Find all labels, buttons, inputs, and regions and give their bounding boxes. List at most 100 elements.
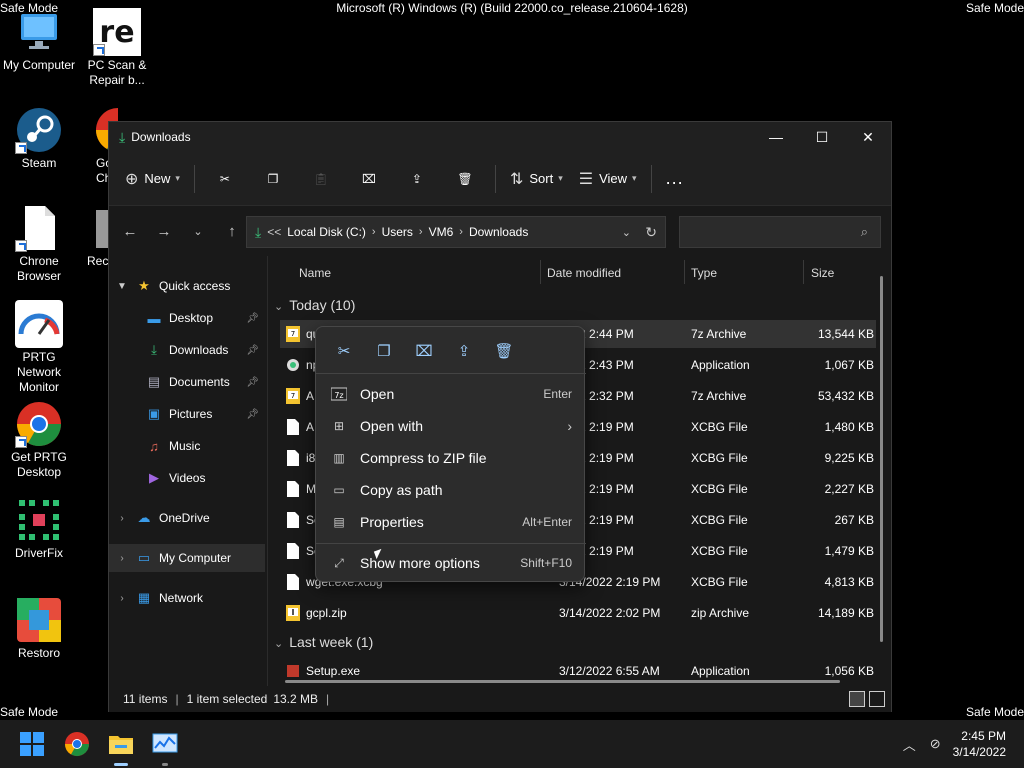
- up-button[interactable]: ↑: [215, 223, 249, 240]
- share-icon[interactable]: ⇪: [444, 337, 484, 365]
- clipboard-icon: 📋︎: [313, 171, 329, 186]
- rename-icon[interactable]: ⌧: [404, 337, 444, 365]
- column-header-name[interactable]: Name: [299, 266, 331, 280]
- status-selection: 1 item selected: [186, 692, 268, 706]
- file-size: 14,189 KB: [817, 606, 874, 620]
- taskbar-file-explorer-button[interactable]: [105, 728, 137, 766]
- copy-button[interactable]: ❐: [249, 163, 297, 195]
- cut-icon[interactable]: ✂: [324, 337, 364, 365]
- desktop-icon-recycle-bin-partial[interactable]: Rec: [78, 204, 108, 269]
- file-type: XCBG File: [691, 513, 748, 527]
- sidebar-item-label: Quick access: [159, 279, 231, 293]
- network-disconnected-icon[interactable]: ⊘: [930, 736, 941, 752]
- details-view-icon[interactable]: [849, 691, 865, 707]
- table-row[interactable]: gcpl.zip 3/14/2022 2:02 PM zip Archive 1…: [280, 599, 876, 627]
- start-button[interactable]: [16, 728, 48, 760]
- safe-mode-label-bottom-left: Safe Mode: [0, 705, 59, 719]
- music-icon: ♫: [149, 438, 159, 454]
- close-button[interactable]: ✕: [845, 122, 891, 152]
- desktop-icon-my-computer[interactable]: My Computer: [0, 8, 78, 73]
- column-divider[interactable]: [803, 260, 804, 284]
- breadcrumb-vm6[interactable]: VM6: [429, 225, 454, 239]
- desktop-icon-chrone-browser[interactable]: Chrone Browser: [0, 204, 78, 284]
- desktop-icon-prtg-network-monitor[interactable]: PRTG Network Monitor: [0, 300, 78, 395]
- sidebar-item-label: Desktop: [169, 311, 214, 325]
- recent-locations-button[interactable]: ⌄: [181, 225, 215, 238]
- desktop-icon-label: Get PRTG Desktop: [11, 450, 67, 479]
- taskbar-resource-monitor-button[interactable]: [149, 728, 181, 766]
- sidebar-item-desktop[interactable]: ▬ Desktop 📌︎: [109, 304, 265, 332]
- taskbar-chrome-button[interactable]: [61, 728, 93, 760]
- desktop-icon-pc-scan-repair[interactable]: re PC Scan & Repair b...: [78, 8, 156, 88]
- sidebar-item-onedrive[interactable]: › ☁ OneDrive: [109, 504, 265, 532]
- column-header-size[interactable]: Size: [811, 266, 834, 280]
- group-header-last-week[interactable]: ⌄ Last week (1): [274, 634, 373, 650]
- chevron-right-icon: ›: [567, 418, 572, 434]
- sidebar-item-network[interactable]: › ▦ Network: [109, 584, 265, 612]
- group-label: Today (10): [289, 297, 356, 313]
- desktop-icon-driverfix[interactable]: DriverFix: [0, 496, 78, 561]
- refresh-icon[interactable]: ↻: [645, 224, 657, 241]
- breadcrumb-local-disk[interactable]: Local Disk (C:): [287, 225, 366, 239]
- column-header-type[interactable]: Type: [691, 266, 717, 280]
- delete-button[interactable]: 🗑︎: [441, 163, 489, 195]
- delete-icon[interactable]: 🗑︎: [484, 337, 524, 365]
- menu-item-show-more-options[interactable]: ⤢ Show more options Shift+F10: [322, 548, 580, 578]
- sidebar-item-pictures[interactable]: ▣ Pictures 📌︎: [109, 400, 265, 428]
- column-divider[interactable]: [684, 260, 685, 284]
- sidebar-item-documents[interactable]: ▤ Documents 📌︎: [109, 368, 265, 396]
- clock[interactable]: 2:45 PM 3/14/2022: [947, 728, 1024, 760]
- column-divider[interactable]: [540, 260, 541, 284]
- view-button[interactable]: ☰ View ▾: [571, 163, 645, 195]
- breadcrumb-overflow[interactable]: <<: [267, 225, 281, 239]
- maximize-button[interactable]: ☐: [799, 122, 845, 152]
- new-label: New: [144, 171, 171, 186]
- monitor-chart-icon: [152, 733, 178, 753]
- share-button[interactable]: ⇪: [393, 163, 441, 195]
- menu-item-open-with[interactable]: ⊞ Open with ›: [322, 411, 580, 441]
- address-bar[interactable]: ⤓ << Local Disk (C:) › Users › VM6 › Dow…: [246, 216, 666, 248]
- menu-item-compress-zip[interactable]: ▥ Compress to ZIP file: [322, 443, 580, 473]
- breadcrumb-users[interactable]: Users: [382, 225, 413, 239]
- sort-button[interactable]: ⇅ Sort ▾: [502, 163, 571, 195]
- cut-button[interactable]: ✂: [201, 163, 249, 195]
- vertical-scrollbar[interactable]: [880, 276, 883, 642]
- 7z-archive-icon: 7: [286, 388, 300, 404]
- back-button[interactable]: ←: [113, 223, 147, 240]
- desktop-icon-restoro[interactable]: Restoro: [0, 596, 78, 661]
- desktop-icon-label: Restoro: [17, 646, 61, 660]
- address-history-chevron-icon[interactable]: ⌄: [622, 226, 631, 239]
- paste-button[interactable]: 📋︎: [297, 163, 345, 195]
- search-input[interactable]: ⌕: [679, 216, 881, 248]
- column-header-date-modified[interactable]: Date modified: [547, 266, 621, 280]
- show-hidden-icons-chevron-icon[interactable]: ︿: [903, 735, 916, 754]
- menu-item-properties[interactable]: ▤ Properties Alt+Enter: [322, 507, 580, 537]
- copy-icon[interactable]: ❐: [364, 337, 404, 365]
- menu-item-copy-as-path[interactable]: ▭ Copy as path: [322, 475, 580, 505]
- chevron-down-icon: ⌄: [274, 638, 284, 650]
- rename-button[interactable]: ⌧: [345, 163, 393, 195]
- desktop-icon-get-prtg-desktop[interactable]: Get PRTG Desktop: [0, 400, 78, 480]
- desktop-icon-steam[interactable]: Steam: [0, 106, 78, 171]
- file-icon: [286, 574, 300, 590]
- file-size: 1,056 KB: [824, 664, 874, 678]
- breadcrumb-downloads[interactable]: Downloads: [469, 225, 528, 239]
- desktop-icon-label: PC Scan & Repair b...: [87, 58, 147, 87]
- sidebar-item-my-computer[interactable]: › ▭ My Computer: [109, 544, 265, 572]
- sidebar-item-quick-access[interactable]: ▼ ★ Quick access: [109, 272, 265, 300]
- pictures-icon: ▣: [147, 406, 161, 421]
- group-header-today[interactable]: ⌄ Today (10): [274, 297, 355, 313]
- sidebar-item-downloads[interactable]: ⤓ Downloads 📌︎: [109, 336, 265, 364]
- download-arrow-icon: ⤓: [151, 342, 157, 357]
- file-type: XCBG File: [691, 575, 748, 589]
- horizontal-scrollbar[interactable]: [285, 680, 840, 683]
- minimize-button[interactable]: —: [753, 122, 799, 152]
- more-options-button[interactable]: ...: [658, 163, 692, 195]
- forward-button[interactable]: →: [147, 223, 181, 240]
- new-button[interactable]: ⊕ New ▾: [117, 163, 188, 195]
- large-icons-view-icon[interactable]: [869, 691, 885, 707]
- menu-item-open[interactable]: 7z Open Enter: [322, 379, 580, 409]
- window-title: Downloads: [131, 130, 191, 144]
- sidebar-item-videos[interactable]: ▶ Videos: [109, 464, 265, 492]
- sidebar-item-music[interactable]: ♫ Music: [109, 432, 265, 460]
